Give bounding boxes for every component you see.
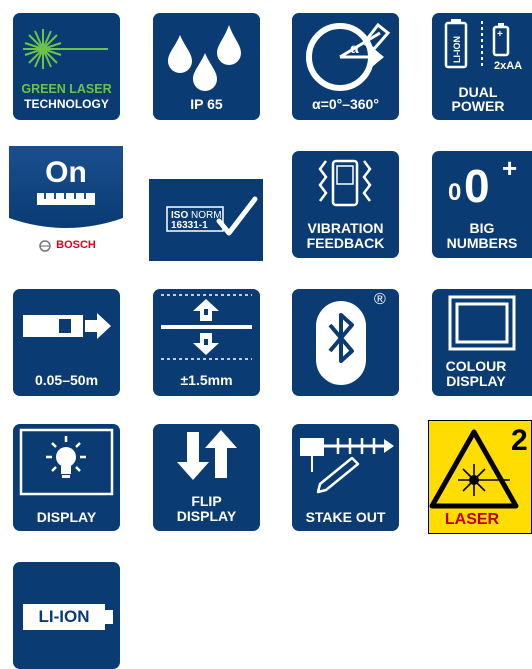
vibration-line2: FEEDBACK — [306, 235, 385, 251]
flip-display-icon: FLIP DISPLAY — [153, 424, 260, 531]
iso-line2: 16331-1 — [171, 220, 208, 231]
range-label: 0.05–50m — [34, 372, 99, 388]
iso-norm-icon: ISO NORM 16331-1 — [149, 179, 263, 261]
svg-text:+: + — [497, 29, 503, 40]
bosch-brand: BOSCH — [56, 239, 96, 251]
display-label: DISPLAY — [36, 509, 97, 525]
big-zero: 0 — [464, 160, 490, 212]
stake-out-icon: STAKE OUT — [292, 424, 399, 531]
dual-power-line1: DUAL — [458, 84, 498, 100]
flip-display-line2: DISPLAY — [176, 508, 237, 524]
laser-class-label: LASER — [444, 511, 500, 528]
on-text: On — [45, 156, 87, 189]
big-numbers-line1: BIG — [469, 220, 495, 236]
plus-sign: + — [502, 153, 518, 183]
laser-class-number: 2 — [511, 424, 528, 457]
angle-range-icon: α α=0°–360° — [292, 13, 399, 120]
li-ion-battery-text: LI-ION — [452, 36, 462, 63]
vibration-line1: VIBRATION — [307, 220, 384, 236]
ip65-icon: IP 65 — [153, 13, 260, 120]
ip65-label: IP 65 — [190, 96, 223, 112]
stake-out-label: STAKE OUT — [305, 509, 386, 525]
angle-label: α=0°–360° — [312, 96, 379, 112]
vibration-feedback-icon: VIBRATION FEEDBACK — [292, 151, 399, 258]
accuracy-label: ±1.5mm — [180, 372, 233, 388]
laser-class-2-icon: 2 LASER — [428, 420, 532, 534]
li-ion-battery-icon: LI-ION — [13, 562, 120, 669]
aa-text: 2xAA — [494, 60, 522, 72]
dual-power-icon: + 2xAA LI-ION DUAL POWER — [432, 13, 532, 120]
registered-mark: ® — [374, 291, 386, 308]
display-illumination-icon: DISPLAY — [13, 424, 120, 531]
green-laser-line1: GREEN LASER — [21, 82, 112, 96]
colour-display-line2: DISPLAY — [446, 373, 506, 389]
bluetooth-icon: ® — [292, 289, 399, 396]
green-laser-line2: TECHNOLOGY — [24, 97, 109, 111]
accuracy-icon: ±1.5mm — [153, 289, 260, 396]
green-laser-technology-icon: GREEN LASER TECHNOLOGY — [13, 13, 120, 120]
bosch-on-icon: On BOSCH — [9, 146, 123, 260]
big-numbers-icon: 0 0 + BIG NUMBERS — [432, 151, 532, 258]
alpha-symbol: α — [350, 40, 359, 57]
small-zero: 0 — [448, 179, 462, 206]
li-ion-label: LI-ION — [38, 607, 90, 626]
dual-power-line2: POWER — [451, 98, 505, 114]
measuring-range-icon: 0.05–50m — [13, 289, 120, 396]
flip-display-line1: FLIP — [191, 493, 222, 509]
colour-display-icon: COLOUR DISPLAY — [432, 289, 532, 396]
big-numbers-line2: NUMBERS — [446, 235, 518, 251]
colour-display-line1: COLOUR — [445, 358, 507, 374]
